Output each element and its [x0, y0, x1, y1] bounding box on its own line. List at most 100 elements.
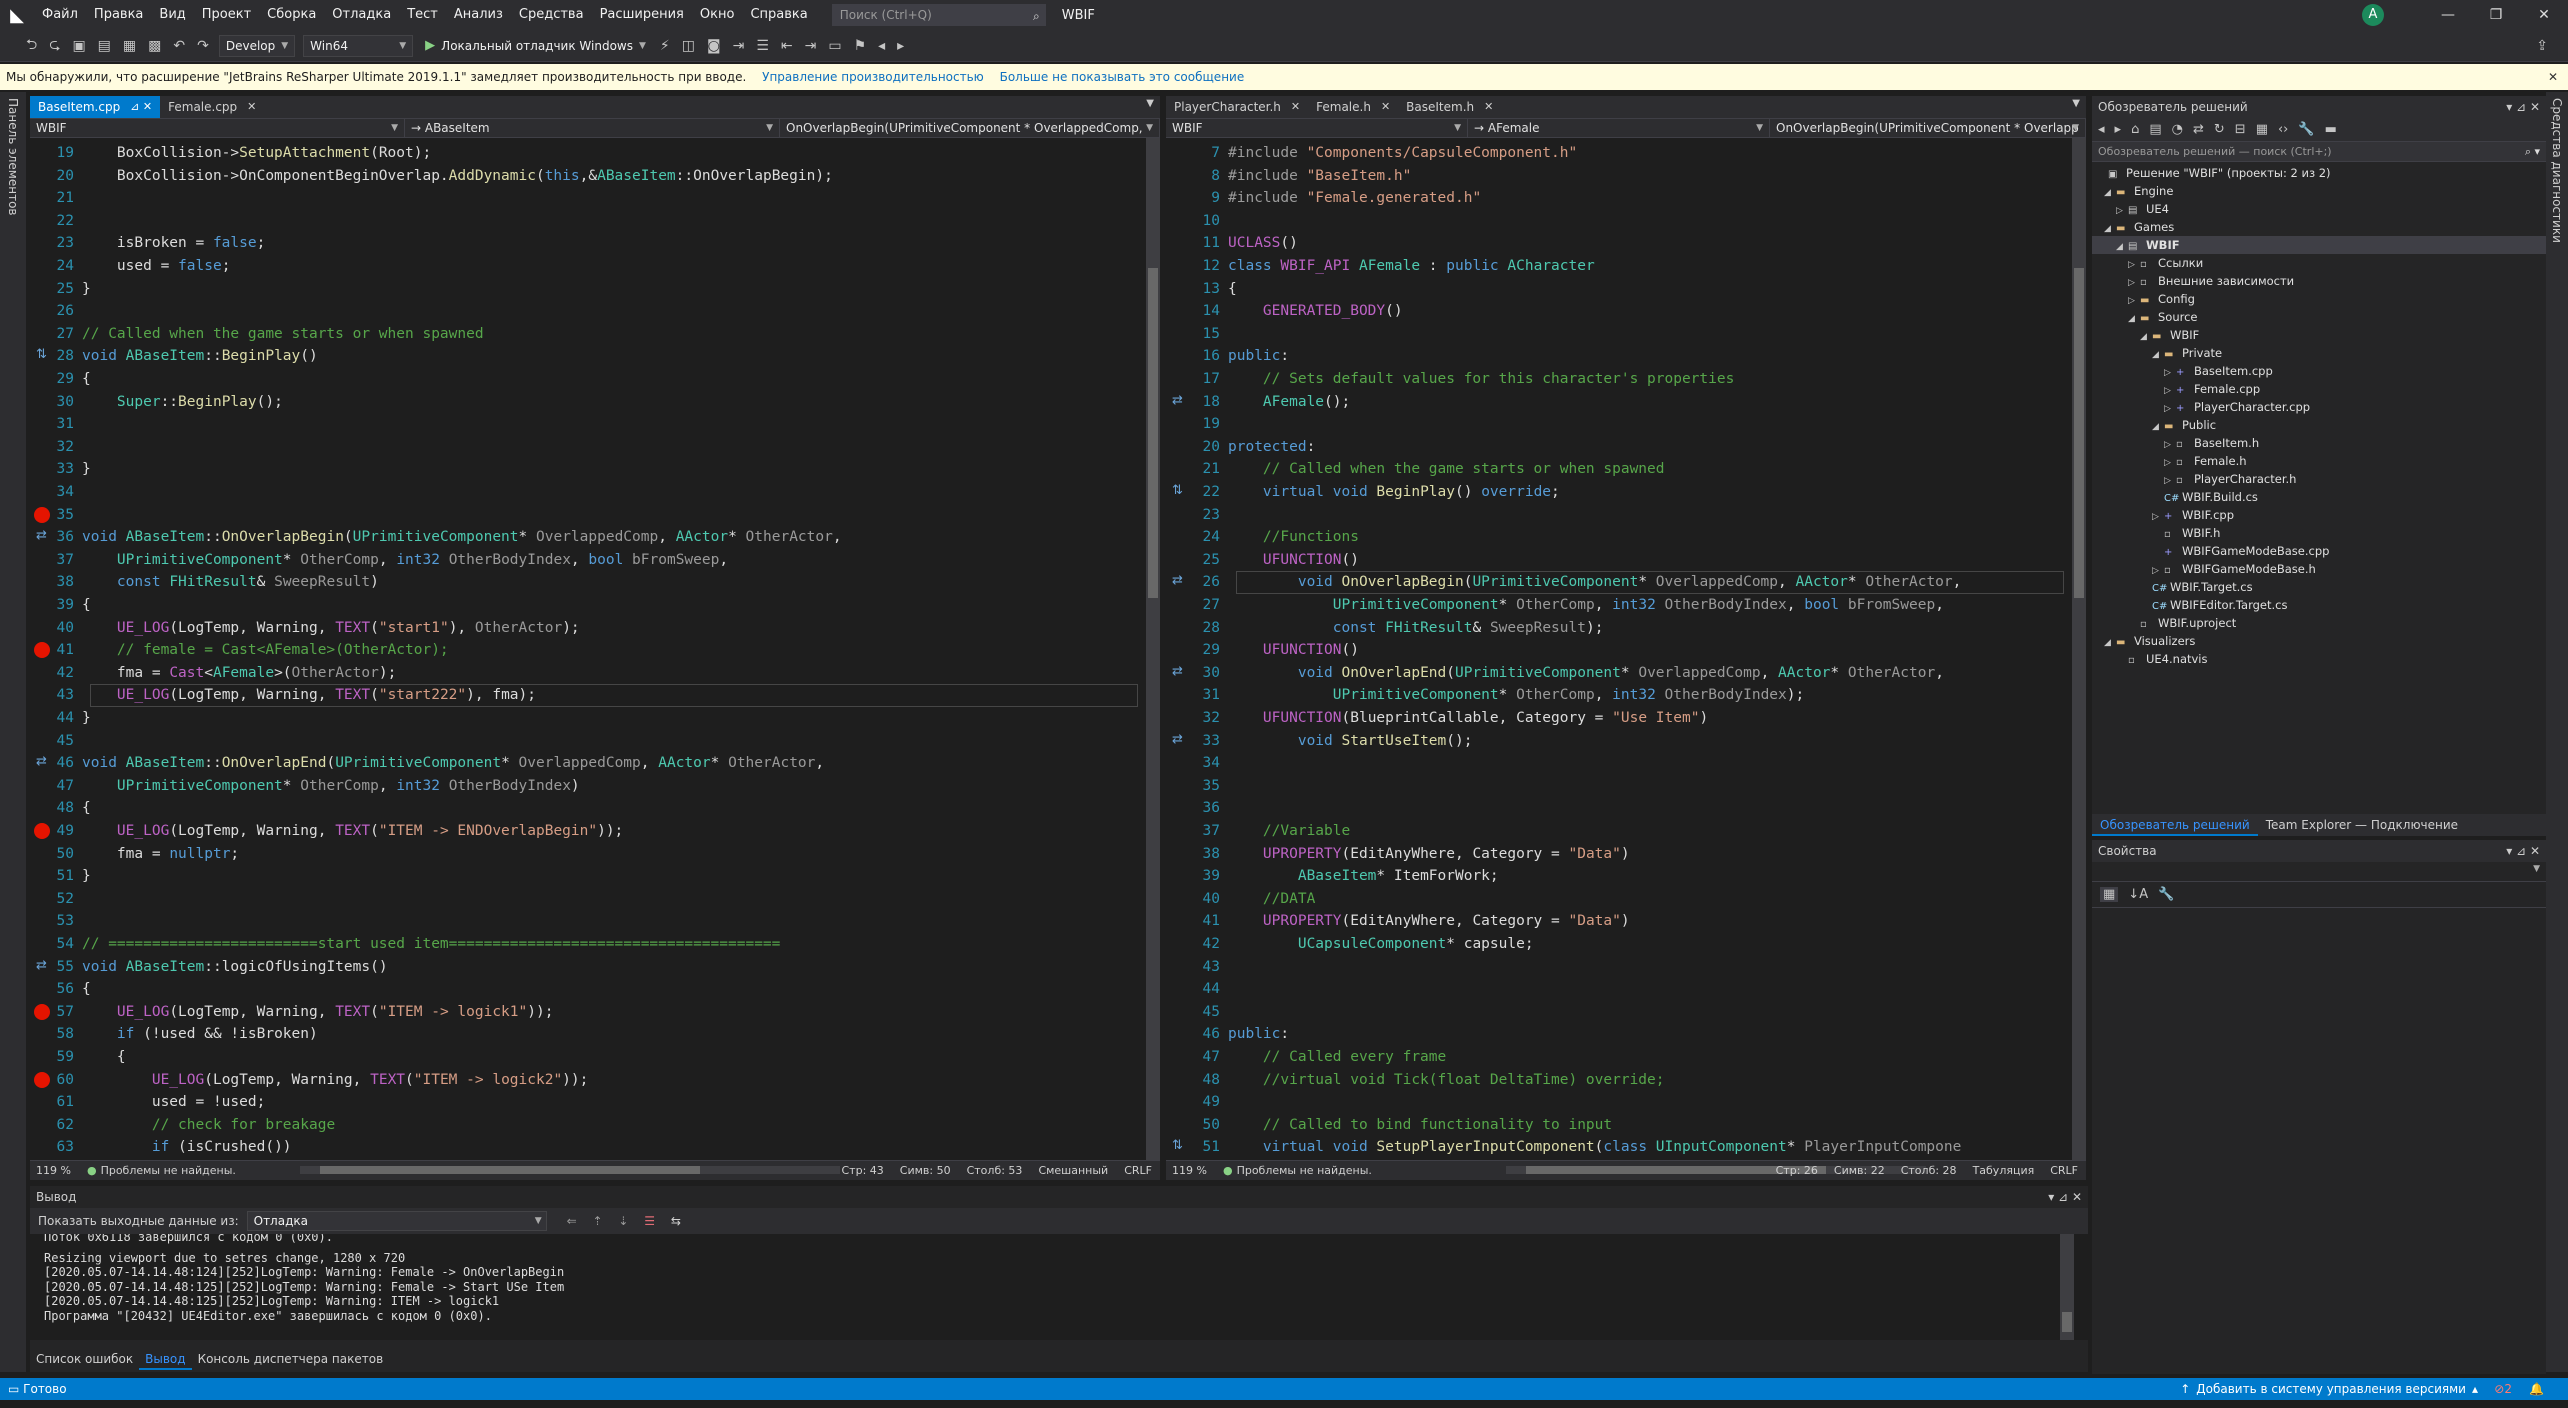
scope-select[interactable]: → AFemale ▼	[1468, 119, 1770, 137]
preview-icon[interactable]: ▬	[2325, 122, 2337, 137]
bookmark-icon[interactable]: ⚑	[848, 38, 873, 54]
status-col[interactable]: Столб: 28	[1901, 1164, 1957, 1177]
pin-icon[interactable]: ▾ ⊿	[2048, 1190, 2068, 1204]
tab-dropdown-icon[interactable]: ▼	[1146, 98, 1154, 109]
breakpoint-icon[interactable]	[34, 1071, 50, 1088]
editor-vertical-scrollbar[interactable]	[2072, 138, 2086, 1160]
clear-all-icon[interactable]: ☰	[644, 1214, 655, 1228]
close-icon[interactable]: ✕	[1484, 96, 1493, 118]
close-icon[interactable]: ✕	[2520, 7, 2568, 23]
tree-item[interactable]: ▷ ▫ PlayerCharacter.h	[2092, 470, 2546, 488]
tree-item[interactable]: ▷ + PlayerCharacter.cpp	[2092, 398, 2546, 416]
zoom-level[interactable]: 119 %	[1166, 1164, 1213, 1177]
tab-female-h[interactable]: Female.h ✕	[1308, 96, 1398, 118]
bookmark-prev-icon[interactable]: ◂	[872, 38, 891, 54]
tree-item[interactable]: ▷ + WBIF.cpp	[2092, 506, 2546, 524]
menu-4[interactable]: Сборка	[259, 0, 324, 30]
tree-item[interactable]: ▷ ▬ Config	[2092, 290, 2546, 308]
manage-performance-link[interactable]: Управление производительностью	[762, 70, 984, 84]
tab-dropdown-icon[interactable]: ▼	[2072, 98, 2080, 109]
tab-bottom-0[interactable]: Список ошибок	[30, 1348, 139, 1370]
output-source-select[interactable]: Отладка ▼	[246, 1211, 547, 1231]
problems-indicator[interactable]: ● Проблемы не найдены.	[1223, 1164, 1372, 1177]
tree-item[interactable]: ◢ ▬ Private	[2092, 344, 2546, 362]
tree-item[interactable]: ◢ ▬ Source	[2092, 308, 2546, 326]
tab-bottom-1[interactable]: Вывод	[139, 1348, 192, 1370]
status-col[interactable]: Столб: 53	[967, 1164, 1023, 1177]
menu-1[interactable]: Правка	[86, 0, 151, 30]
save-icon[interactable]: ▦	[117, 38, 142, 54]
indent-icon[interactable]: ⇤	[775, 38, 799, 54]
step-icon[interactable]: ⇥	[727, 38, 751, 54]
tree-item[interactable]: ▷ + Female.cpp	[2092, 380, 2546, 398]
right-code-editor[interactable]: 7 #include "Components/CapsuleComponent.h…	[1166, 138, 2086, 1160]
tree-item[interactable]: C# WBIF.Build.cs	[2092, 488, 2546, 506]
project-select[interactable]: WBIF ▼	[30, 119, 405, 137]
hot-reload-icon[interactable]: ⚡	[654, 38, 676, 54]
forward-icon[interactable]: ▸	[2115, 122, 2122, 137]
tab-baseitem-cpp[interactable]: BaseItem.cpp ⊿ ✕	[30, 96, 161, 118]
alphabetical-icon[interactable]: ↓A	[2128, 887, 2148, 902]
pin-icon[interactable]: ⊿ ✕	[130, 96, 152, 118]
tab-playercharacter-h[interactable]: PlayerCharacter.h ✕	[1166, 96, 1308, 118]
member-select[interactable]: OnOverlapBegin(UPrimitiveComponent * Ove…	[1770, 119, 2086, 137]
horizontal-scrollbar-thumb[interactable]	[320, 1166, 700, 1174]
menu-10[interactable]: Окно	[692, 0, 743, 30]
menu-2[interactable]: Вид	[151, 0, 193, 30]
output-scrollbar-thumb[interactable]	[2062, 1312, 2072, 1332]
tree-item[interactable]: C# WBIFEditor.Target.cs	[2092, 596, 2546, 614]
tree-item[interactable]: ◢ ▬ Engine	[2092, 182, 2546, 200]
editor-horizontal-scrollbar[interactable]	[300, 1166, 840, 1174]
navigate-definition-icon[interactable]: ⇄	[1172, 573, 1183, 588]
override-glyph-icon[interactable]: ⇅	[1172, 483, 1183, 498]
quick-launch-search[interactable]: Поиск (Ctrl+Q) ⌕	[831, 4, 1046, 26]
tab-solution-panel-0[interactable]: Обозреватель решений	[2092, 814, 2258, 836]
close-icon[interactable]: ✕	[2548, 64, 2558, 90]
close-icon[interactable]: ✕	[247, 96, 256, 118]
navigate-definition-icon[interactable]: ⇄	[1172, 393, 1183, 408]
camera-icon[interactable]: ◙	[701, 38, 727, 54]
output-scrollbar[interactable]	[2060, 1234, 2074, 1340]
member-select[interactable]: OnOverlapBegin(UPrimitiveComponent * Ove…	[780, 119, 1160, 153]
close-icon[interactable]: ✕	[2530, 100, 2540, 114]
notification-bell-icon[interactable]: 🔔	[2529, 1378, 2544, 1400]
editor-vertical-scrollbar[interactable]	[1146, 138, 1160, 1160]
comment-icon[interactable]: ▭	[822, 38, 847, 54]
pin-icon[interactable]: ▾ ⊿	[2506, 844, 2526, 858]
restore-icon[interactable]: ❐	[2472, 7, 2520, 23]
left-code-editor[interactable]: 19 BoxCollision->SetupAttachment(Root); 2…	[30, 138, 1160, 1160]
tab-baseitem-h[interactable]: BaseItem.h ✕	[1398, 96, 1501, 118]
home-icon[interactable]: ⌂	[2131, 122, 2139, 137]
new-project-icon[interactable]: ▣	[66, 38, 91, 54]
user-avatar[interactable]: A	[2362, 4, 2384, 26]
navigate-declaration-icon[interactable]: ⇄	[36, 754, 47, 769]
save-all-icon[interactable]: ▩	[142, 38, 167, 54]
zoom-level[interactable]: 119 %	[30, 1164, 77, 1177]
problems-indicator[interactable]: ● Проблемы не найдены.	[87, 1164, 236, 1177]
back-icon[interactable]: ⮌	[20, 34, 43, 58]
tree-item[interactable]: ◢ ▬ Games	[2092, 218, 2546, 236]
breakpoint-icon[interactable]	[34, 1003, 50, 1020]
tree-item[interactable]: ▷ + BaseItem.cpp	[2092, 362, 2546, 380]
menu-3[interactable]: Проект	[194, 0, 259, 30]
tree-item[interactable]: ▷ ▤ UE4	[2092, 200, 2546, 218]
collapse-all-icon[interactable]: ⊟	[2235, 122, 2246, 137]
diagnostic-tools-tab[interactable]: Средства диагностики	[2550, 98, 2564, 243]
status-eol[interactable]: CRLF	[1124, 1164, 1152, 1177]
find-message-icon[interactable]: ⇐	[567, 1214, 577, 1228]
configuration-select[interactable]: Develop ▼	[218, 34, 296, 57]
show-all-files-icon[interactable]: ▦	[2256, 122, 2268, 137]
navigate-definition-icon[interactable]: ⇄	[1172, 664, 1183, 679]
prev-message-icon[interactable]: ⇡	[593, 1214, 603, 1228]
forward-icon[interactable]: ⮎	[43, 34, 66, 58]
menu-9[interactable]: Расширения	[592, 0, 692, 30]
status-eol[interactable]: CRLF	[2050, 1164, 2078, 1177]
minimize-icon[interactable]: —	[2424, 7, 2472, 23]
menu-5[interactable]: Отладка	[324, 0, 399, 30]
bookmark-next-icon[interactable]: ▸	[891, 38, 910, 54]
breakpoint-icon[interactable]	[34, 506, 50, 523]
categorized-icon[interactable]: ▦	[2100, 887, 2119, 902]
solution-search-input[interactable]: Обозреватель решений — поиск (Ctrl+;) ⌕ …	[2092, 142, 2546, 162]
word-wrap-icon[interactable]: ⇆	[671, 1214, 681, 1228]
error-badge[interactable]: ⊘2	[2494, 1378, 2512, 1400]
